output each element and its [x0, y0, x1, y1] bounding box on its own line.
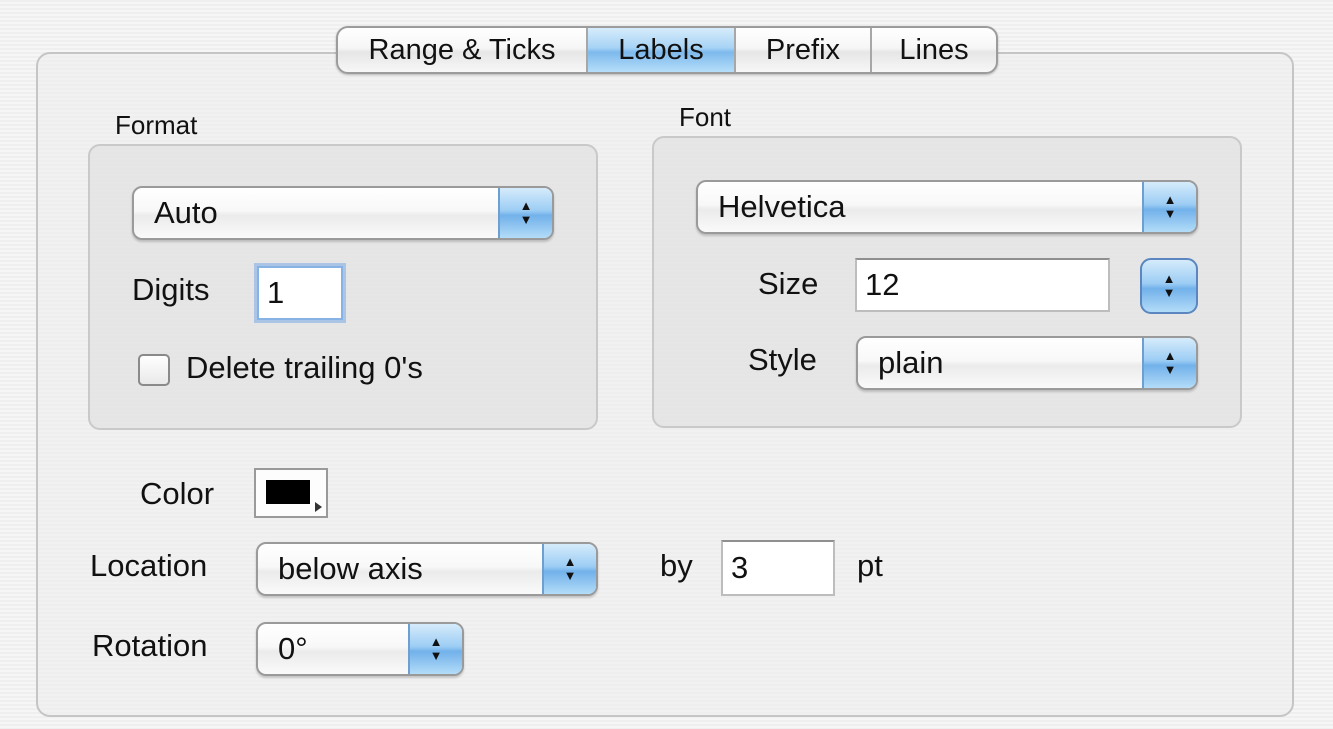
style-popup[interactable]: plain ▲ ▼ [856, 336, 1198, 390]
color-well[interactable] [254, 468, 328, 518]
font-group-label: Font [679, 102, 732, 132]
tab-range-ticks[interactable]: Range & Ticks [338, 28, 588, 72]
rotation-popup-value: 0° [278, 631, 308, 666]
up-down-arrows-icon: ▲ ▼ [408, 624, 462, 674]
digits-label: Digits [132, 272, 210, 307]
size-label: Size [758, 266, 819, 301]
up-down-arrows-icon: ▲ ▼ [542, 544, 596, 594]
tab-labels[interactable]: Labels [588, 28, 736, 72]
by-offset-field[interactable]: 3 [721, 540, 835, 596]
delete-trailing-checkbox[interactable] [138, 354, 170, 386]
format-popup[interactable]: Auto ▲ ▼ [132, 186, 554, 240]
format-popup-value: Auto [154, 195, 218, 230]
delete-trailing-label: Delete trailing 0's [186, 350, 423, 385]
rotation-label: Rotation [92, 628, 208, 663]
tab-prefix[interactable]: Prefix [736, 28, 872, 72]
color-label: Color [140, 476, 215, 511]
location-popup[interactable]: below axis ▲ ▼ [256, 542, 598, 596]
digits-field[interactable]: 1 [257, 266, 343, 320]
up-down-arrows-icon: ▲ ▼ [1142, 182, 1196, 232]
unit-label: pt [857, 548, 883, 583]
by-label: by [660, 548, 693, 583]
font-family-popup[interactable]: Helvetica ▲ ▼ [696, 180, 1198, 234]
tab-bar: Range & Ticks Labels Prefix Lines [336, 26, 998, 74]
up-down-arrows-icon: ▲ ▼ [1162, 271, 1176, 300]
format-group-label: Format [115, 110, 198, 140]
font-family-value: Helvetica [718, 189, 846, 224]
rotation-popup[interactable]: 0° ▲ ▼ [256, 622, 464, 676]
tab-lines[interactable]: Lines [872, 28, 996, 72]
disclosure-triangle-icon [315, 502, 322, 512]
style-popup-value: plain [878, 345, 944, 380]
size-field[interactable]: 12 [855, 258, 1110, 312]
style-label: Style [748, 342, 817, 377]
up-down-arrows-icon: ▲ ▼ [498, 188, 552, 238]
location-label: Location [90, 548, 208, 583]
up-down-arrows-icon: ▲ ▼ [1142, 338, 1196, 388]
location-popup-value: below axis [278, 551, 423, 586]
color-swatch [266, 480, 310, 504]
size-stepper[interactable]: ▲ ▼ [1140, 258, 1198, 314]
